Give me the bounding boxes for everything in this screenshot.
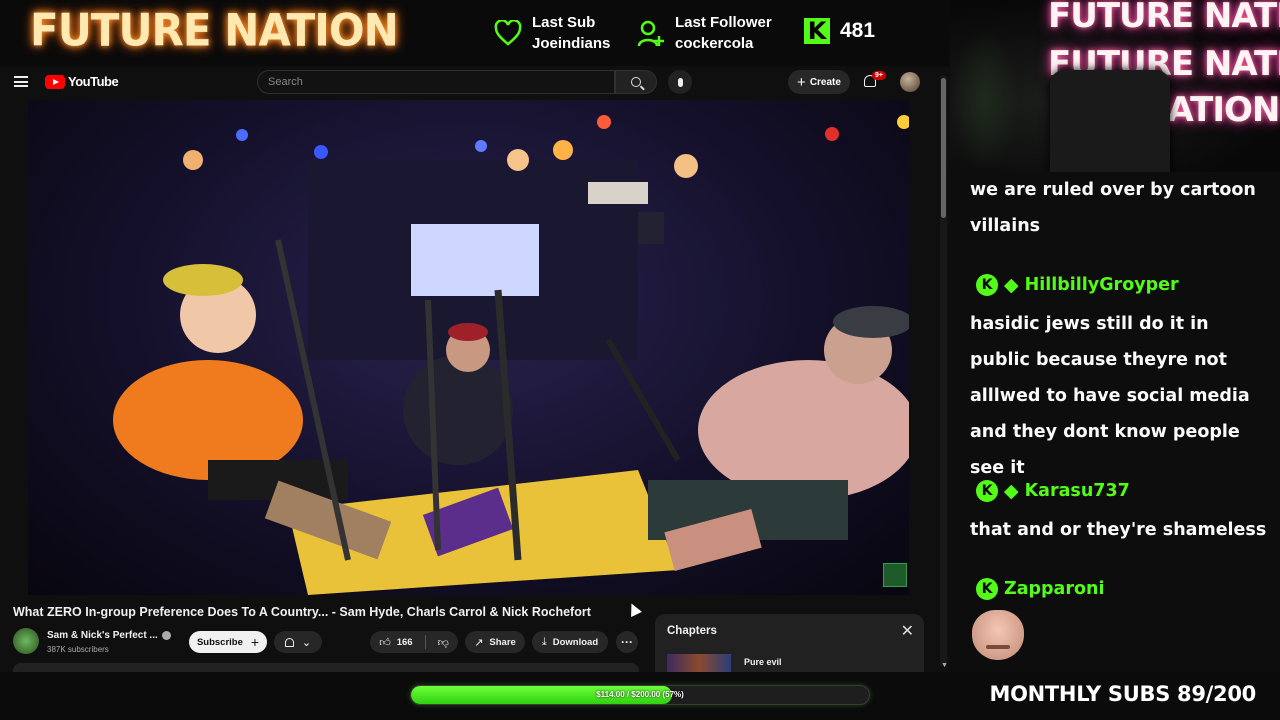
chat-panel: FUTURE NATION FUTURE NATION NATION we ar… <box>950 0 1280 672</box>
chat-message-text: hasidic jews still do it in public becau… <box>970 314 1250 478</box>
sub-goal-progress-bar: $114.00 / $200.00 (57%) <box>410 685 870 705</box>
viewer-count: 481 <box>840 19 876 42</box>
more-actions-button[interactable]: ··· <box>616 631 638 653</box>
video-watermark <box>883 563 907 587</box>
bell-icon <box>284 637 294 647</box>
subscriber-count: 387K subscribers <box>47 645 109 654</box>
chair-shape <box>1050 70 1170 172</box>
last-follower-label: Last Follower <box>675 14 772 31</box>
kick-viewer-count: K 481 <box>804 17 876 45</box>
description-box[interactable] <box>13 663 639 672</box>
chat-username[interactable]: Karasu737 <box>1025 481 1130 501</box>
voice-search-button[interactable] <box>668 70 692 94</box>
youtube-play-icon <box>45 74 65 89</box>
video-title: What ZERO In-group Preference Does To A … <box>13 605 591 619</box>
chapters-title: Chapters <box>667 625 717 637</box>
channel-name[interactable]: Sam & Nick's Perfect ... <box>47 630 158 641</box>
kick-badge-icon: K <box>976 578 998 600</box>
create-button[interactable]: + Create <box>788 70 850 94</box>
brand-logo: FUTURE NATION <box>30 4 399 57</box>
like-icon[interactable]: 👍︎ <box>379 636 391 649</box>
last-sub-label: Last Sub <box>532 14 596 31</box>
verified-icon <box>162 631 171 640</box>
chat-message-text: we are ruled over by cartoon villains <box>970 180 1256 236</box>
youtube-window: YouTube Search + Create 9+ What ZERO In-… <box>0 66 950 672</box>
avatar[interactable] <box>900 72 920 92</box>
notification-badge: 9+ <box>872 71 886 80</box>
stream-overlay-footer: $114.00 / $200.00 (57%) MONTHLY SUBS 89/… <box>0 672 1280 720</box>
webcam-feed: FUTURE NATION FUTURE NATION NATION <box>950 0 1280 172</box>
chat-message-header: K ◆ HillbillyGroyper <box>976 274 1179 296</box>
menu-icon[interactable] <box>14 76 28 87</box>
share-icon: ↗ <box>474 635 484 649</box>
download-button[interactable]: ⤓ Download <box>532 631 608 653</box>
divider <box>424 635 426 649</box>
notification-settings-button[interactable]: ⌄ <box>274 631 322 653</box>
kick-logo-icon: K <box>804 17 830 45</box>
search-input[interactable]: Search <box>257 70 615 94</box>
like-dislike-group: 👍︎ 166 👎︎ <box>370 631 458 653</box>
video-player[interactable] <box>28 100 909 595</box>
share-label: Share <box>489 636 516 648</box>
last-follower-name: cockercola <box>675 35 754 52</box>
share-button[interactable]: ↗ Share <box>465 631 525 653</box>
download-label: Download <box>552 636 599 648</box>
kick-badge-icon: K <box>976 274 998 296</box>
plus-icon: + <box>797 73 806 91</box>
channel-avatar[interactable] <box>13 628 39 654</box>
last-sub-widget: Last Sub Joeindians <box>494 12 610 54</box>
plant-shape <box>950 30 1020 170</box>
add-user-icon <box>637 20 664 47</box>
chapter-thumbnail[interactable] <box>667 654 731 672</box>
sub-goal-progress-text: $114.00 / $200.00 (57%) <box>596 690 684 699</box>
subscribe-label: Subscribe <box>196 636 243 648</box>
youtube-logo-text: YouTube <box>68 74 119 89</box>
mouse-cursor-icon <box>626 601 642 617</box>
last-sub-name: Joeindians <box>532 35 611 52</box>
chevron-down-icon: ⌄ <box>301 635 312 649</box>
mic-icon <box>677 77 683 87</box>
face-emote-icon <box>972 610 1024 660</box>
stream-overlay-header: FUTURE NATION Last Sub Joeindians Last F… <box>0 0 950 66</box>
search-button[interactable] <box>615 70 657 94</box>
subscribe-button[interactable]: Subscribe + <box>189 631 267 653</box>
chat-message-text: that and or they're shameless <box>970 520 1267 540</box>
monthly-subs-counter: MONTHLY SUBS 89/200 <box>989 682 1256 706</box>
kick-badge-icon: K <box>976 480 998 502</box>
youtube-header: YouTube Search + Create 9+ <box>0 66 950 98</box>
scrollbar-thumb[interactable] <box>941 78 946 218</box>
diamond-badge-icon: ◆ <box>1004 479 1019 502</box>
download-icon: ⤓ <box>541 635 547 648</box>
chat-message-header: K ◆ Karasu737 <box>976 480 1130 502</box>
chapter-item[interactable]: Pure evil <box>744 657 782 667</box>
youtube-logo[interactable]: YouTube <box>45 74 119 89</box>
create-label: Create <box>809 76 841 88</box>
diamond-badge-icon: ◆ <box>1004 273 1019 296</box>
chat-username[interactable]: Zapparoni <box>1004 579 1104 599</box>
last-follower-widget: Last Follower cockercola <box>637 12 772 54</box>
search-icon <box>631 77 641 87</box>
close-icon[interactable]: ✕ <box>901 621 914 640</box>
like-count[interactable]: 166 <box>397 637 413 648</box>
dislike-icon[interactable]: 👎︎ <box>438 636 449 649</box>
chat-message-header: K Zapparoni <box>976 578 1104 600</box>
chat-username[interactable]: HillbillyGroyper <box>1025 275 1179 295</box>
scroll-down-arrow-icon[interactable]: ▼ <box>941 662 948 669</box>
plus-icon: + <box>250 634 260 650</box>
neon-sign-line: FUTURE NATION <box>1048 0 1280 36</box>
chapters-panel: Chapters ✕ Pure evil <box>655 614 924 672</box>
heart-icon <box>494 20 522 46</box>
video-frame-scene <box>113 115 909 595</box>
